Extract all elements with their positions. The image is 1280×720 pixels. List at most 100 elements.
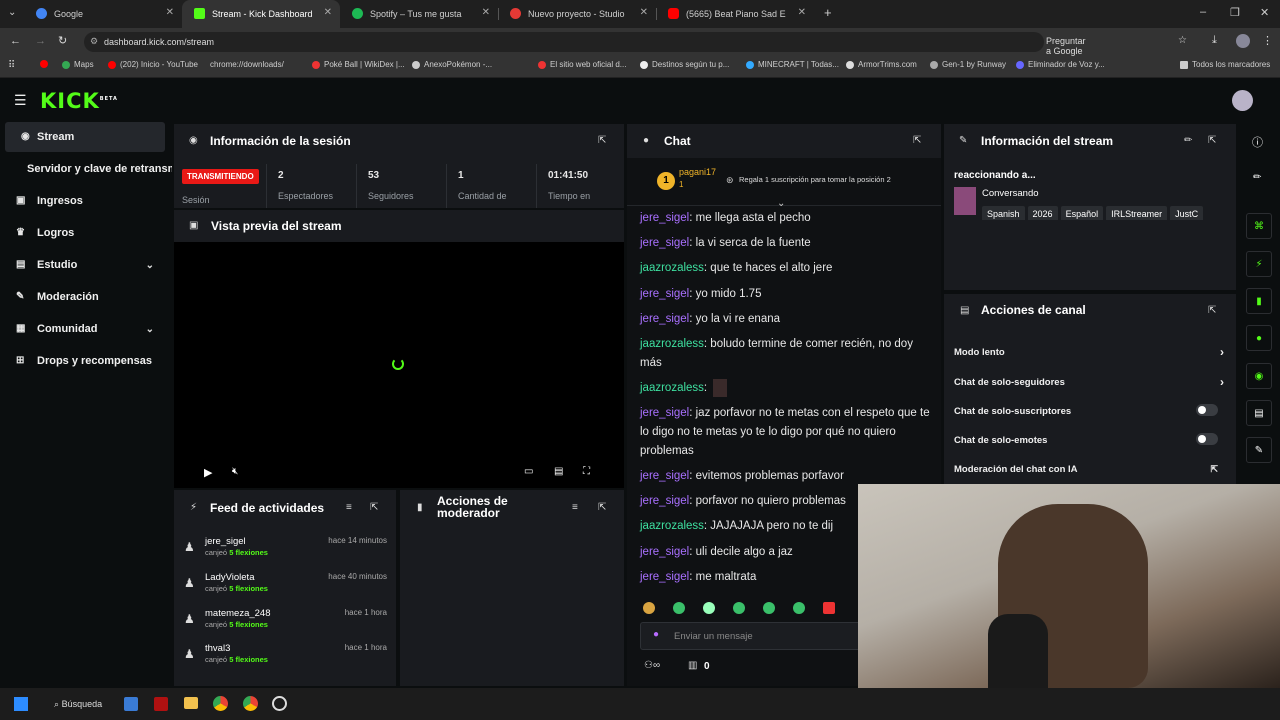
bookmark-eliminador[interactable]: Eliminador de Voz y... [1016, 60, 1105, 69]
chat-username[interactable]: jere_sigel [640, 407, 689, 419]
ask-google-button[interactable]: Preguntar a Google [1046, 36, 1086, 56]
rail-chat-button[interactable]: ● [1246, 325, 1272, 351]
chat-username[interactable]: jere_sigel [640, 546, 689, 558]
setting-slow-mode[interactable]: Modo lento › [954, 345, 1224, 359]
bookmark-youtube[interactable]: (202) Inicio - YouTube [108, 60, 198, 69]
tab-youtube[interactable]: (5665) Beat Piano Sad Emotion ✕ [656, 0, 814, 28]
avatar[interactable] [1236, 34, 1250, 48]
bookmark-star-icon[interactable]: ☆ [1178, 35, 1187, 46]
rail-broadcast-button[interactable]: ◉ [1246, 363, 1272, 389]
new-tab-icon[interactable]: + [824, 5, 832, 20]
bookmark-runway[interactable]: Gen-1 by Runway [930, 60, 1006, 69]
forward-icon[interactable]: → [35, 35, 46, 47]
chat-username[interactable]: jere_sigel [640, 495, 689, 507]
rail-document-button[interactable]: ▮ [1246, 288, 1272, 314]
feed-user[interactable]: thval3 [205, 643, 230, 654]
close-tab-icon[interactable]: ✕ [798, 7, 806, 18]
sidebar-item-comunidad[interactable]: ▦ Comunidad ⌄ [0, 314, 172, 344]
sidebar-item-estudio[interactable]: ▤ Estudio ⌄ [0, 250, 172, 280]
close-tab-icon[interactable]: ✕ [640, 7, 648, 18]
theater-mode-icon[interactable]: ▭ [524, 466, 533, 477]
pinned-user[interactable]: pagani17 [679, 167, 716, 177]
filter-icon[interactable]: ≡ [346, 502, 352, 513]
bookmark-maps[interactable]: Maps [62, 60, 94, 69]
emotes-only-toggle[interactable] [1196, 433, 1218, 445]
bookmark-armortrims[interactable]: ArmorTrims.com [846, 60, 917, 69]
rail-qr-button[interactable]: ⌘ [1246, 213, 1272, 239]
popout-icon[interactable]: ⇱ [913, 135, 921, 146]
bookmark-minecraft[interactable]: MINECRAFT | Todas... [746, 60, 839, 69]
emote-icon[interactable] [823, 602, 835, 614]
play-icon[interactable]: ▶ [204, 466, 212, 479]
windows-start-icon[interactable] [14, 697, 28, 711]
bookmark-downloads[interactable]: chrome://downloads/ [210, 60, 284, 69]
site-info-icon[interactable]: ⚙ [90, 36, 98, 47]
download-icon[interactable]: ⤓ [1212, 34, 1217, 47]
bookmark-anexo[interactable]: AnexoPokémon -... [412, 60, 492, 69]
chat-username[interactable]: jere_sigel [640, 237, 689, 249]
tab-google[interactable]: Google ✕ [24, 0, 183, 28]
sidebar-item-ingresos[interactable]: ▣ Ingresos [0, 186, 172, 216]
fullscreen-icon[interactable]: ⛶ [583, 466, 590, 477]
close-window-icon[interactable]: ✕ [1260, 6, 1269, 19]
bookmark-all[interactable]: Todos los marcadores [1180, 60, 1270, 69]
tag-2026[interactable]: 2026 [1027, 206, 1058, 220]
hamburger-menu-icon[interactable]: ☰ [14, 92, 27, 109]
bookmark-pokemon[interactable]: El sitio web oficial d... [538, 60, 626, 69]
popout-icon[interactable]: ⇱ [1208, 135, 1216, 146]
minimize-icon[interactable]: – [1200, 6, 1206, 18]
bookmark-wikidex[interactable]: Poké Ball | WikiDex |... [312, 60, 405, 69]
filter-icon[interactable]: ≡ [572, 502, 578, 513]
mute-icon[interactable]: 🔇︎ [232, 466, 238, 477]
avatar[interactable] [1232, 90, 1253, 111]
tag-espanol[interactable]: Español [1060, 206, 1104, 220]
sidebar-item-moderacion[interactable]: ✎ Moderación [0, 282, 172, 312]
kick-logo[interactable]: KICKBETA [40, 89, 118, 113]
chat-username[interactable]: jaazrozaless [640, 382, 704, 394]
popout-icon[interactable]: ⇱ [1208, 305, 1216, 316]
reload-icon[interactable]: ↻ [58, 34, 67, 47]
edit-icon[interactable]: ✏ [1184, 135, 1192, 146]
chat-username[interactable]: jere_sigel [640, 288, 689, 300]
info-icon[interactable]: ⓘ [1252, 134, 1263, 150]
chat-username[interactable]: jaazrozaless [640, 338, 704, 350]
tab-kick-dashboard[interactable]: Stream - Kick Dashboard ✕ [182, 0, 340, 28]
sidebar-item-server-key[interactable]: Servidor y clave de retransmisión [0, 154, 172, 184]
microphone-icon[interactable]: ● [653, 629, 659, 640]
pip-icon[interactable]: ▤ [554, 466, 563, 477]
popout-icon[interactable]: ⇱ [598, 502, 606, 513]
menu-icon[interactable]: ⋮ [1262, 34, 1273, 47]
url-field[interactable]: ⚙ dashboard.kick.com/stream Preguntar a … [84, 32, 1187, 56]
rail-lightning-button[interactable]: ⚡︎ [1246, 251, 1272, 277]
pin-handle-icon[interactable]: ⌄ [777, 198, 785, 209]
setting-followers-only[interactable]: Chat de solo-seguidores › [954, 375, 1224, 389]
obs-icon[interactable] [272, 696, 287, 711]
emote-icon[interactable] [733, 602, 745, 614]
emote-icon[interactable] [673, 602, 685, 614]
bookmark-destinos[interactable]: Destinos según tu p... [640, 60, 729, 69]
chat-username[interactable]: jaazrozaless [640, 520, 704, 532]
chat-username[interactable]: jaazrozaless [640, 262, 704, 274]
users-icon[interactable]: ⚇∞ [644, 660, 660, 671]
close-tab-icon[interactable]: ✕ [482, 7, 490, 18]
emote-icon[interactable] [703, 602, 715, 614]
feed-user[interactable]: jere_sigel [205, 536, 246, 547]
feed-user[interactable]: matemeza_248 [205, 608, 270, 619]
tag-spanish[interactable]: Spanish [982, 206, 1025, 220]
chat-username[interactable]: jere_sigel [640, 212, 689, 224]
emote-icon[interactable] [793, 602, 805, 614]
chrome-icon[interactable] [213, 696, 228, 711]
rail-channel-button[interactable]: ▤ [1246, 400, 1272, 426]
setting-ai-moderation[interactable]: Moderación del chat con IA ⇱ [954, 464, 1224, 475]
chat-username[interactable]: jere_sigel [640, 470, 689, 482]
popout-icon[interactable]: ⇱ [370, 502, 378, 513]
back-icon[interactable]: ← [10, 35, 21, 47]
chat-username[interactable]: jere_sigel [640, 313, 689, 325]
sidebar-item-drops[interactable]: ⊞ Drops y recompensas [0, 346, 172, 376]
edit-icon[interactable]: ✏ [1253, 172, 1261, 183]
vscode-icon[interactable] [124, 697, 138, 711]
maximize-icon[interactable]: ❐ [1230, 6, 1240, 19]
app-icon[interactable] [154, 697, 168, 711]
apps-icon[interactable]: ⠿ [8, 60, 15, 71]
tab-search-icon[interactable]: ⌄ [8, 7, 16, 18]
